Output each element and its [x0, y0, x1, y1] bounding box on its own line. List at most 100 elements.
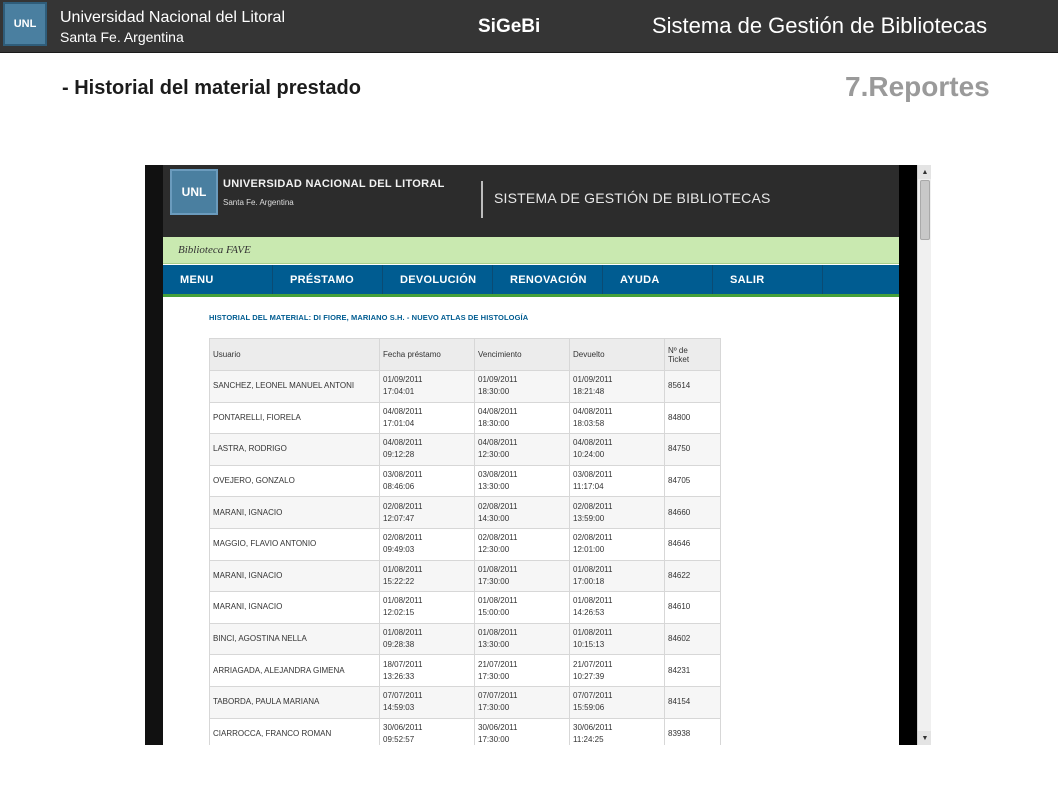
cell-vencimiento-text: 03/08/2011 [478, 470, 518, 480]
cell-fecha-prestamo: 01/08/2011 12:02:15 [379, 591, 475, 624]
university-city: Santa Fe. Argentina [60, 29, 184, 45]
cell-fecha-prestamo-text: 07/07/2011 [383, 691, 423, 701]
cell-devuelto-text: 01/09/2011 [573, 375, 613, 385]
screenshot-frame: UNL UNIVERSIDAD NACIONAL DEL LITORAL San… [145, 165, 931, 745]
cell-devuelto-text: 12:01:00 [573, 545, 605, 555]
cell-ticket-text: 84602 [668, 634, 691, 644]
cell-usuario-text: MARANI, IGNACIO [213, 602, 283, 612]
cell-vencimiento: 30/06/2011 17:30:00 [474, 717, 570, 745]
cell-usuario: MARANI, IGNACIO [209, 559, 380, 593]
cell-vencimiento-text: 02/08/2011 [478, 533, 518, 543]
cell-usuario-text: OVEJERO, GONZALO [213, 476, 295, 486]
cell-usuario: MARANI, IGNACIO [209, 496, 380, 529]
cell-fecha-prestamo: 01/08/2011 09:28:38 [379, 622, 475, 656]
cell-fecha-prestamo-text: 01/09/2011 [383, 375, 423, 385]
cell-ticket-text: 84660 [668, 507, 691, 517]
system-title: Sistema de Gestión de Bibliotecas [652, 13, 988, 38]
table-row: MARANI, IGNACIO 01/08/2011 12:02:15 01/08/2… [209, 591, 721, 624]
cell-devuelto-text: 10:15:13 [573, 640, 605, 650]
column-header-ticket: Nº de Ticket [664, 338, 721, 371]
cell-vencimiento-text: 17:30:00 [478, 671, 510, 681]
table-row: MAGGIO, FLAVIO ANTONIO 02/08/2011 09:49:03… [209, 527, 721, 561]
cell-devuelto-text: 21/07/2011 [573, 659, 613, 669]
cell-ticket: 84646 [664, 527, 721, 561]
column-header-usuario: Usuario [209, 338, 380, 371]
header-divider [481, 181, 483, 218]
cell-devuelto-text: 10:27:39 [573, 671, 605, 681]
cell-fecha-prestamo-text: 03/08/2011 [383, 470, 423, 480]
menu-item-renovacion[interactable]: RENOVACIÓN [493, 265, 603, 294]
frame-gap [899, 165, 917, 745]
cell-usuario-text: LASTRA, RODRIGO [213, 444, 287, 454]
cell-usuario: MAGGIO, FLAVIO ANTONIO [209, 527, 380, 561]
cell-vencimiento: 01/08/2011 13:30:00 [474, 622, 570, 656]
cell-fecha-prestamo-text: 17:04:01 [383, 387, 415, 397]
cell-usuario-text: MARANI, IGNACIO [213, 507, 283, 517]
cell-devuelto: 01/08/2011 17:00:18 [569, 559, 665, 593]
cell-fecha-prestamo: 01/09/2011 17:04:01 [379, 370, 475, 403]
menu-item-menu[interactable]: MENU [163, 265, 273, 294]
cell-usuario: MARANI, IGNACIO [209, 591, 380, 624]
cell-devuelto: 01/08/2011 10:15:13 [569, 622, 665, 656]
cell-fecha-prestamo-text: 01/08/2011 [383, 564, 423, 574]
cell-usuario: BINCI, AGOSTINA NELLA [209, 622, 380, 656]
scroll-down-icon[interactable]: ▼ [918, 731, 931, 745]
vertical-scrollbar[interactable]: ▲ ▼ [917, 165, 931, 745]
cell-usuario-text: CIARROCCA, FRANCO ROMAN [213, 728, 332, 738]
cell-vencimiento-text: 07/07/2011 [478, 691, 518, 701]
cell-vencimiento-text: 17:30:00 [478, 576, 510, 586]
cell-vencimiento: 03/08/2011 13:30:00 [474, 464, 570, 498]
menu-item-devolucion[interactable]: DEVOLUCIÓN [383, 265, 493, 294]
cell-ticket-text: 84154 [668, 697, 691, 707]
cell-vencimiento-text: 12:30:00 [478, 450, 510, 460]
scroll-up-icon[interactable]: ▲ [918, 165, 931, 179]
cell-fecha-prestamo: 02/08/2011 09:49:03 [379, 527, 475, 561]
app-unl-logo[interactable]: UNL [170, 169, 218, 215]
cell-devuelto-text: 15:59:06 [573, 703, 605, 713]
cell-vencimiento-text: 01/08/2011 [478, 564, 518, 574]
cell-devuelto-text: 10:24:00 [573, 450, 605, 460]
cell-usuario-text: PONTARELLI, FIORELA [213, 412, 301, 422]
frame-border [145, 165, 163, 745]
cell-devuelto: 01/08/2011 14:26:53 [569, 591, 665, 624]
cell-fecha-prestamo-text: 17:01:04 [383, 418, 415, 428]
cell-vencimiento: 02/08/2011 12:30:00 [474, 527, 570, 561]
menu-item-ayuda[interactable]: AYUDA [603, 265, 713, 294]
cell-devuelto-text: 01/08/2011 [573, 564, 613, 574]
cell-devuelto-text: 18:21:48 [573, 387, 605, 397]
table-row: TABORDA, PAULA MARIANA 07/07/2011 14:59:03… [209, 685, 721, 719]
cell-usuario: LASTRA, RODRIGO [209, 433, 380, 466]
cell-devuelto-text: 17:00:18 [573, 576, 605, 586]
app-system-title: SISTEMA DE GESTIÓN DE BIBLIOTECAS [494, 190, 771, 206]
cell-fecha-prestamo-text: 02/08/2011 [383, 501, 423, 511]
cell-usuario-text: ARRIAGADA, ALEJANDRA GIMENA [213, 665, 345, 675]
cell-fecha-prestamo: 01/08/2011 15:22:22 [379, 559, 475, 593]
library-bar: Biblioteca FAVE [163, 237, 899, 264]
cell-vencimiento-text: 12:30:00 [478, 545, 510, 555]
cell-devuelto-text: 13:59:00 [573, 513, 605, 523]
menu-item-prestamo[interactable]: PRÉSTAMO [273, 265, 383, 294]
cell-ticket: 84231 [664, 654, 721, 687]
cell-fecha-prestamo-text: 01/08/2011 [383, 628, 423, 638]
cell-vencimiento: 04/08/2011 18:30:00 [474, 401, 570, 435]
table-header-row: Usuario Fecha préstamo Vencimiento Devue… [209, 338, 721, 371]
cell-vencimiento: 01/08/2011 17:30:00 [474, 559, 570, 593]
cell-fecha-prestamo: 03/08/2011 08:46:06 [379, 464, 475, 498]
scroll-thumb[interactable] [920, 180, 930, 240]
cell-ticket-text: 83938 [668, 728, 691, 738]
ticket-header-label: Nº de Ticket [668, 345, 690, 364]
cell-vencimiento: 04/08/2011 12:30:00 [474, 433, 570, 466]
cell-devuelto: 21/07/2011 10:27:39 [569, 654, 665, 687]
cell-fecha-prestamo-text: 09:12:28 [383, 450, 415, 460]
menu-item-salir[interactable]: SALIR [713, 265, 823, 294]
slide-subtitle: - Historial del material prestado [62, 77, 361, 99]
cell-vencimiento: 01/09/2011 18:30:00 [474, 370, 570, 403]
cell-fecha-prestamo: 18/07/2011 13:26:33 [379, 654, 475, 687]
table-row: MARANI, IGNACIO 02/08/2011 12:07:47 02/08/2… [209, 496, 721, 529]
cell-fecha-prestamo-text: 12:02:15 [383, 608, 415, 618]
cell-vencimiento-text: 17:30:00 [478, 703, 510, 713]
cell-fecha-prestamo-text: 15:22:22 [383, 576, 415, 586]
cell-ticket-text: 84705 [668, 476, 691, 486]
history-table-body: SANCHEZ, LEONEL MANUEL ANTONI 01/09/2011 1… [209, 370, 721, 745]
cell-ticket: 84705 [664, 464, 721, 498]
